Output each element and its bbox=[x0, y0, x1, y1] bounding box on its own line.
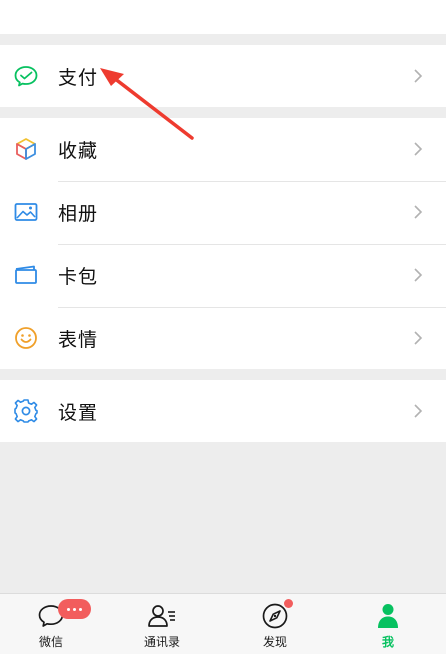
discover-badge-dot bbox=[284, 599, 293, 608]
tab-contacts-label: 通讯录 bbox=[143, 635, 180, 649]
tab-me[interactable]: 我 bbox=[348, 594, 428, 654]
chats-badge bbox=[58, 599, 91, 619]
tab-discover-label: 发现 bbox=[262, 635, 287, 649]
tab-discover[interactable]: 发现 bbox=[235, 594, 315, 654]
tab-contacts[interactable]: 通讯录 bbox=[122, 594, 202, 654]
tab-chats-label: 微信 bbox=[38, 635, 63, 649]
tab-me-label: 我 bbox=[381, 635, 394, 649]
contacts-icon bbox=[147, 602, 177, 630]
annotation-arrow bbox=[100, 68, 194, 140]
person-icon bbox=[373, 602, 403, 630]
